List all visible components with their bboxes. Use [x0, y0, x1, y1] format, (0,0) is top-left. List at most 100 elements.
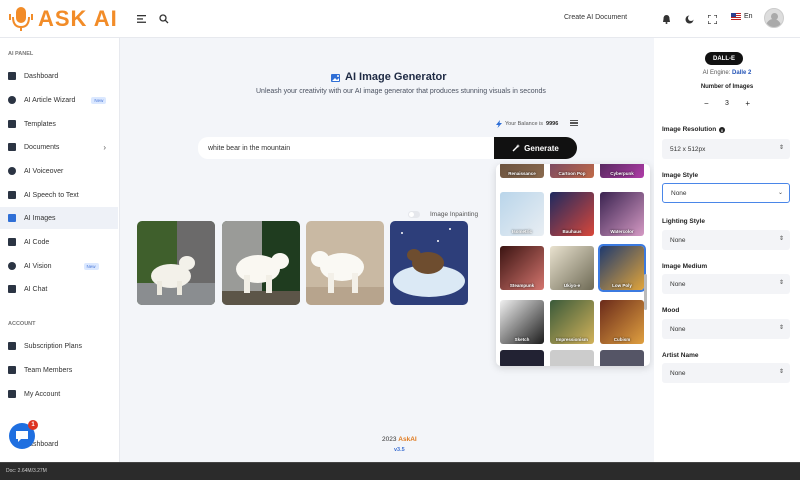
sidebar-section-ai-panel: AI PANEL: [8, 51, 34, 57]
avatar[interactable]: [764, 8, 784, 28]
sidebar-item-label: AI Code: [24, 238, 50, 246]
style-tile[interactable]: [500, 350, 544, 366]
sidebar-item-ai-vision[interactable]: AI Vision New: [0, 255, 118, 277]
bell-icon[interactable]: [659, 12, 673, 26]
sidebar-item-ai-speech-to-text[interactable]: AI Speech to Text: [0, 184, 118, 206]
style-tile[interactable]: [550, 350, 594, 366]
sidebar-item-ai-chat[interactable]: AI Chat: [0, 278, 118, 300]
popup-scrollbar[interactable]: [644, 274, 647, 310]
sidebar-section-account: ACCOUNT: [8, 321, 36, 327]
sort-arrows-icon: ⇕: [778, 369, 784, 375]
sidebar-item-label: AI Vision: [24, 262, 52, 270]
sidebar-item-label: My Account: [24, 390, 61, 398]
sidebar-item-label: Templates: [24, 120, 56, 128]
logo[interactable]: ASK AI: [8, 5, 118, 33]
image-style-label: Image Style: [662, 172, 699, 179]
sidebar-item-label: AI Chat: [24, 285, 48, 293]
style-tile[interactable]: Cartoon Pop: [550, 164, 594, 178]
chat-icon: [8, 285, 16, 293]
style-tile[interactable]: Cyberpunk: [600, 164, 644, 178]
status-text: Doc: 2.64M/3.27M: [6, 468, 47, 474]
dashboard-icon: [8, 72, 16, 80]
sort-arrows-icon: ⇕: [778, 325, 784, 331]
sidebar-item-my-account[interactable]: My Account: [0, 383, 118, 405]
image-resolution-select[interactable]: 512 x 512px ⇕: [662, 139, 790, 159]
style-tile[interactable]: [600, 350, 644, 366]
info-icon[interactable]: [719, 126, 726, 133]
image-medium-label: Image Medium: [662, 263, 708, 270]
decrement-button[interactable]: −: [704, 99, 709, 108]
sidebar-item-team-members[interactable]: Team Members: [0, 359, 118, 381]
chevron-right-icon: ›: [103, 143, 106, 152]
footer-version: v3.5: [394, 447, 405, 453]
style-tile[interactable]: Low Poly: [598, 244, 646, 292]
quantity-stepper: − 3 +: [704, 96, 750, 110]
new-badge: New: [83, 262, 99, 270]
style-tile-label: Sketch: [514, 337, 530, 342]
style-tile-label: Renaissance: [508, 171, 536, 176]
style-tile[interactable]: Renaissance: [500, 164, 544, 178]
artist-name-select[interactable]: None ⇕: [662, 363, 790, 383]
engine-badge[interactable]: DALL-E: [705, 52, 743, 65]
style-tile[interactable]: Sketch: [500, 300, 544, 344]
generated-image[interactable]: [222, 221, 300, 305]
sidebar-item-templates[interactable]: Templates: [0, 113, 118, 135]
bottom-status-bar: Doc: 2.64M/3.27M: [0, 462, 800, 480]
fullscreen-icon[interactable]: [705, 12, 719, 26]
style-tile-label: Steampunk: [509, 283, 535, 288]
style-tile[interactable]: Steampunk: [500, 246, 544, 290]
style-tile[interactable]: Ukiyo-e: [550, 246, 594, 290]
inpainting-toggle[interactable]: [408, 211, 420, 218]
generate-button[interactable]: Generate: [494, 137, 577, 159]
sidebar-item-documents[interactable]: Documents ›: [0, 136, 118, 158]
sidebar-item-ai-article-wizard[interactable]: AI Article Wizard New: [0, 89, 118, 111]
options-menu-icon[interactable]: [570, 120, 578, 126]
image-style-popup: × RenaissanceCartoon PopCyberpunkIsometr…: [496, 164, 650, 366]
bear-on-cloud-image: [390, 221, 468, 305]
search-icon[interactable]: [157, 12, 171, 26]
mood-select[interactable]: None ⇕: [662, 319, 790, 339]
sidebar-item-ai-voiceover[interactable]: AI Voiceover: [0, 160, 118, 182]
image-style-select[interactable]: None ⌄: [662, 183, 790, 203]
sidebar-item-ai-code[interactable]: AI Code: [0, 231, 118, 253]
team-icon: [8, 366, 16, 374]
style-tile-label: Isometric: [511, 229, 532, 234]
generated-image[interactable]: [306, 221, 384, 305]
generated-image[interactable]: [390, 221, 468, 305]
number-of-images-label: Number of Images: [700, 84, 754, 90]
logo-text: ASK AI: [38, 6, 118, 31]
dark-mode-icon[interactable]: [682, 12, 696, 26]
engine-info: AI Engine: Dalle 2: [702, 70, 752, 76]
vision-icon: [8, 262, 16, 270]
prompt-input[interactable]: white bear in the mountain: [198, 137, 494, 159]
code-icon: [8, 238, 16, 246]
generated-image[interactable]: [137, 221, 215, 305]
language-selector[interactable]: En: [731, 13, 753, 20]
mood-label: Mood: [662, 307, 680, 314]
sidebar-item-dashboard[interactable]: Dashboard: [0, 65, 118, 87]
create-ai-document-button[interactable]: Create AI Document: [564, 14, 627, 21]
increment-button[interactable]: +: [745, 99, 750, 108]
engine-value: Dalle 2: [732, 70, 752, 76]
balance: Your Balance is 9996: [496, 120, 558, 128]
sidebar: AI PANEL Dashboard AI Article Wizard New…: [0, 38, 120, 462]
style-tile[interactable]: Bauhaus: [550, 192, 594, 236]
style-tile-label: Ukiyo-e: [563, 283, 581, 288]
style-tile[interactable]: Cubism: [600, 300, 644, 344]
polar-bear-image: [137, 221, 215, 305]
chat-notification-badge: 1: [28, 420, 38, 430]
menu-toggle-icon[interactable]: [134, 12, 148, 26]
style-tile[interactable]: Isometric: [500, 192, 544, 236]
sidebar-item-subscription-plans[interactable]: Subscription Plans: [0, 335, 118, 357]
quantity-value: 3: [725, 99, 729, 107]
image-medium-select[interactable]: None ⇕: [662, 274, 790, 294]
sidebar-item-label: Team Members: [24, 366, 73, 374]
sidebar-item-ai-images[interactable]: AI Images: [0, 207, 118, 229]
style-tile[interactable]: Watercolor: [600, 192, 644, 236]
us-flag-icon: [731, 13, 741, 20]
lighting-style-select[interactable]: None ⇕: [662, 230, 790, 250]
footer-copyright: 2023 AskAI: [382, 436, 417, 443]
chevron-down-icon: ⌄: [777, 190, 783, 196]
sort-arrows-icon: ⇕: [778, 145, 784, 151]
style-tile[interactable]: Impressionism: [550, 300, 594, 344]
